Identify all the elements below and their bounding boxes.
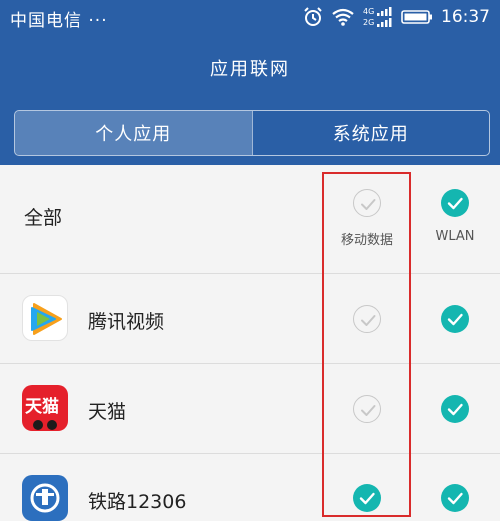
mobile-data-highlight-box — [322, 172, 411, 517]
wifi-icon — [332, 8, 354, 26]
app-row-tencent-video: 腾讯视频 — [0, 274, 500, 364]
app-row-railway-12306: 铁路12306 — [0, 454, 500, 521]
wlan-checkbox-railway-12306[interactable] — [441, 484, 469, 512]
network-4g-label: 4G — [363, 7, 374, 16]
carrier-label: 中国电信 ··· — [10, 11, 108, 31]
all-apps-row: 全部 移动数据 WLAN — [0, 165, 500, 274]
app-header: 中国电信 ··· 4G 2G 16:37 应用联网 个人应用 系统应用 — [0, 0, 500, 165]
wlan-column-label: WLAN — [435, 229, 475, 244]
status-bar: 中国电信 ··· 4G 2G 16:37 — [0, 0, 500, 34]
tencent-video-icon — [22, 295, 68, 341]
tmall-icon: 天猫 — [22, 385, 68, 431]
tab-system-apps[interactable]: 系统应用 — [251, 111, 490, 155]
app-name-tmall: 天猫 — [88, 401, 127, 423]
battery-icon — [401, 10, 432, 24]
tab-personal-apps[interactable]: 个人应用 — [15, 111, 252, 155]
wlan-checkbox-tmall[interactable] — [441, 395, 469, 423]
wlan-checkbox-tencent-video[interactable] — [441, 305, 469, 333]
wlan-all-checkbox[interactable] — [441, 189, 469, 217]
cellular-signal-icon: 4G 2G — [363, 7, 392, 27]
clock-label: 16:37 — [441, 7, 490, 27]
alarm-icon — [304, 7, 322, 26]
app-type-tabs: 个人应用 系统应用 — [14, 110, 490, 156]
app-name-tencent-video: 腾讯视频 — [88, 311, 165, 333]
network-2g-label: 2G — [363, 18, 374, 27]
page-title: 应用联网 — [210, 59, 290, 80]
all-apps-label: 全部 — [24, 207, 63, 229]
app-row-tmall: 天猫 天猫 — [0, 364, 500, 454]
railway-12306-icon — [22, 475, 68, 521]
status-icons: 4G 2G 16:37 — [303, 5, 490, 29]
